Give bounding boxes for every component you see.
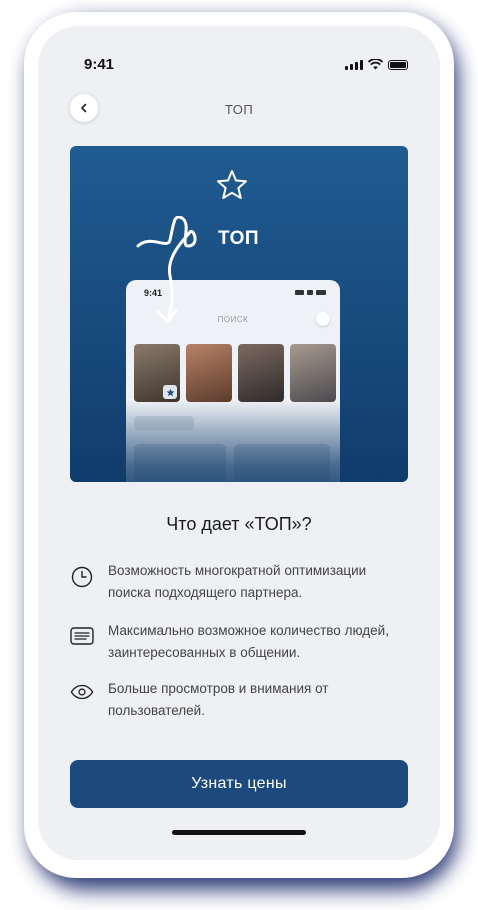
check-prices-button[interactable]: Узнать цены	[70, 760, 408, 808]
status-time: 9:41	[84, 56, 115, 73]
hand-drawn-arrow-icon	[136, 216, 197, 324]
preview-photo	[186, 344, 232, 402]
preview-photo	[134, 344, 180, 402]
signal-icon	[345, 59, 363, 70]
preview-photo	[290, 344, 336, 402]
screen: 9:41 ТОП ТОП 9:41 ПОИСК Что дает «ТОП»? …	[38, 26, 440, 860]
feature-item: Максимально возможное количество людей, …	[70, 620, 410, 664]
feature-item: Возможность многократной оптимизации пои…	[70, 560, 410, 604]
status-icons	[345, 59, 408, 70]
page-title: ТОП	[224, 102, 254, 117]
clock-icon	[71, 566, 93, 588]
preview-status-icons	[295, 290, 326, 295]
battery-icon	[388, 59, 408, 70]
feature-item: Больше просмотров и внимания от пользова…	[70, 678, 410, 722]
preview-fade	[126, 400, 340, 482]
star-outline-icon	[217, 170, 247, 199]
preview-menu-icon	[316, 312, 330, 326]
star-badge-icon	[163, 385, 177, 399]
top-banner: ТОП 9:41 ПОИСК	[70, 146, 408, 482]
feature-text: Максимально возможное количество людей, …	[108, 623, 389, 660]
home-indicator	[172, 830, 306, 835]
banner-title: ТОП	[218, 228, 260, 249]
feature-text: Больше просмотров и внимания от пользова…	[108, 681, 329, 718]
preview-photo	[238, 344, 284, 402]
eye-icon	[70, 684, 94, 700]
chat-lines-icon	[70, 627, 94, 645]
feature-text: Возможность многократной оптимизации пои…	[108, 563, 367, 600]
wifi-icon	[368, 59, 383, 70]
preview-photo-row	[134, 344, 336, 402]
benefits-heading: Что дает «ТОП»?	[166, 514, 312, 534]
phone-frame: 9:41 ТОП ТОП 9:41 ПОИСК Что дает «ТОП»? …	[24, 12, 454, 878]
